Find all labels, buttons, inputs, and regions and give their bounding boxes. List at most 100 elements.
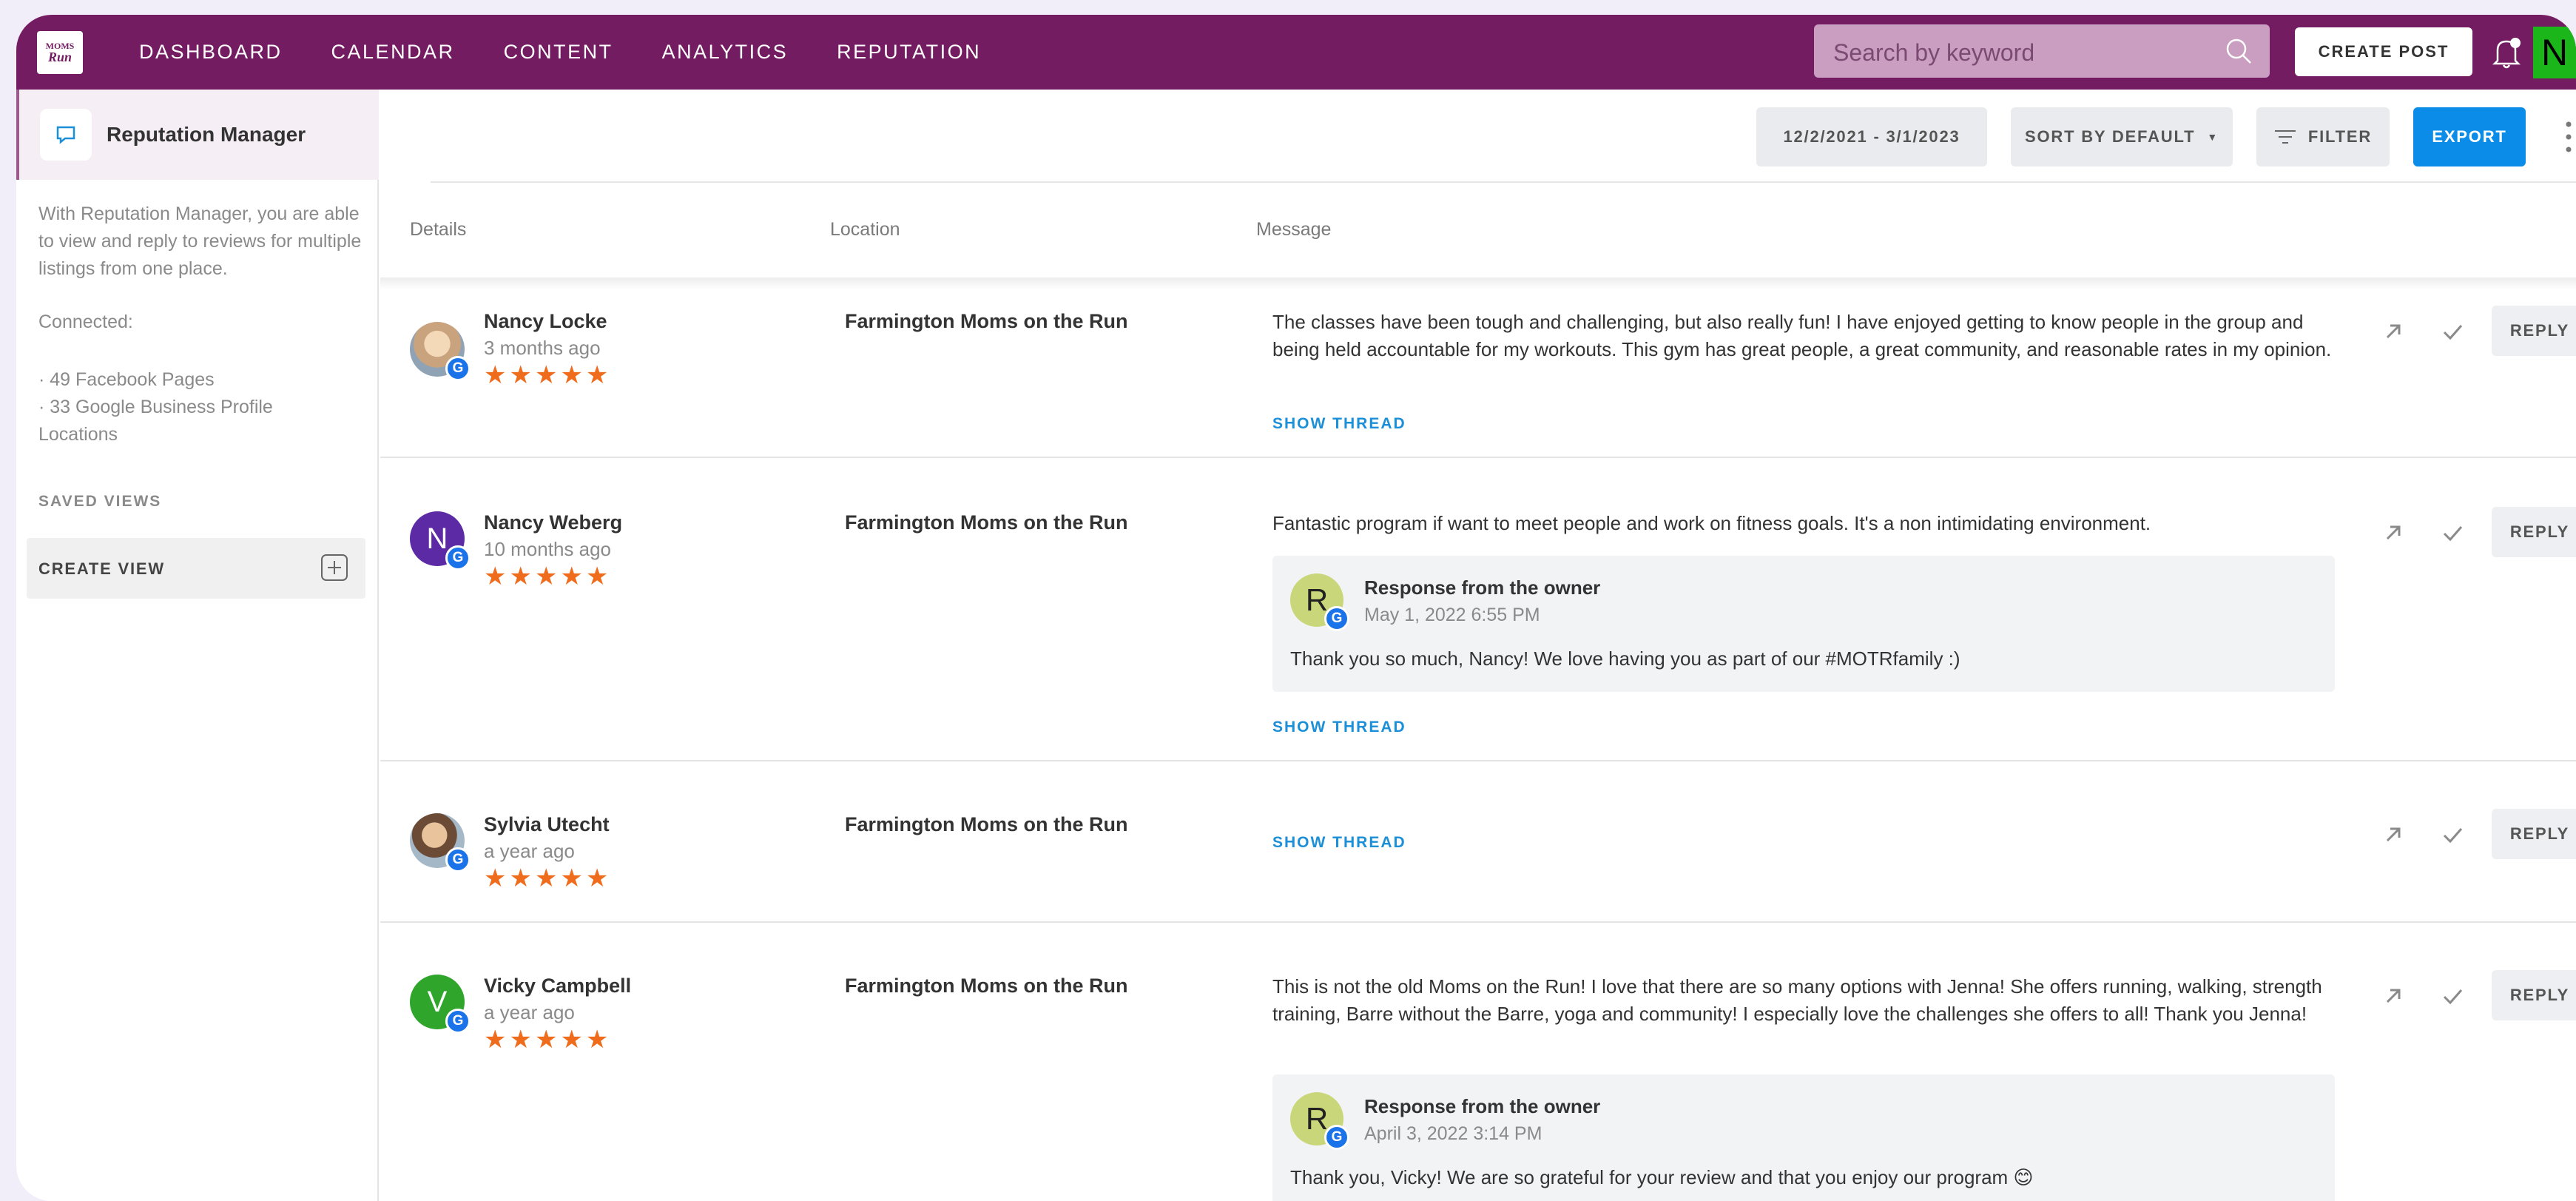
- create-view-label: CREATE VIEW: [38, 559, 165, 578]
- review-location: Farmington Moms on the Run: [845, 511, 1128, 534]
- owner-response-title: Response from the owner: [1364, 576, 1601, 599]
- search-icon[interactable]: [2224, 36, 2253, 66]
- mark-done-check-icon[interactable]: [2441, 522, 2464, 544]
- connected-facebook: · 49 Facebook Pages: [38, 369, 215, 390]
- search-placeholder: Search by keyword: [1833, 39, 2035, 66]
- review-location: Farmington Moms on the Run: [845, 813, 1128, 835]
- connected-label: Connected:: [38, 312, 133, 332]
- create-post-button[interactable]: CREATE POST: [2295, 27, 2472, 76]
- owner-response-date: May 1, 2022 6:55 PM: [1364, 605, 1540, 625]
- owner-response: R G Response from the owner April 3, 202…: [1272, 1074, 2335, 1201]
- google-badge: G: [1324, 1125, 1349, 1150]
- filter-button[interactable]: FILTER: [2256, 107, 2390, 166]
- logo-line-2: Run: [47, 50, 73, 64]
- rating-stars: ★★★★★: [484, 361, 612, 389]
- brand-logo[interactable]: MOMS Run: [37, 31, 83, 74]
- nav-dashboard[interactable]: DASHBOARD: [139, 41, 283, 64]
- reply-button[interactable]: REPLY: [2492, 809, 2576, 859]
- owner-response: R G Response from the owner May 1, 2022 …: [1272, 556, 2335, 692]
- table-row: N G Nancy Weberg 10 months ago ★★★★★ Far…: [380, 458, 2576, 761]
- show-thread-link[interactable]: SHOW THREAD: [1272, 719, 1406, 736]
- google-badge: G: [445, 1009, 471, 1034]
- sidebar-title: Reputation Manager: [107, 123, 306, 146]
- owner-avatar: R G: [1290, 1092, 1349, 1150]
- table-row: G Sylvia Utecht a year ago ★★★★★ Farming…: [380, 761, 2576, 923]
- nav-analytics[interactable]: ANALYTICS: [662, 41, 789, 64]
- column-header-details[interactable]: Details: [410, 219, 466, 240]
- reply-button[interactable]: REPLY: [2492, 970, 2576, 1020]
- table-row: G Nancy Locke 3 months ago ★★★★★ Farming…: [380, 289, 2576, 458]
- sidebar-header[interactable]: Reputation Manager: [16, 90, 379, 180]
- rating-stars: ★★★★★: [484, 1026, 612, 1054]
- top-navigation-bar: MOMS Run DASHBOARD CALENDAR CONTENT ANAL…: [16, 15, 2576, 90]
- open-external-arrow-icon[interactable]: [2382, 522, 2404, 544]
- review-time: a year ago: [484, 1001, 575, 1023]
- show-thread-link[interactable]: SHOW THREAD: [1272, 415, 1406, 433]
- mark-done-check-icon[interactable]: [2441, 824, 2464, 846]
- review-time: a year ago: [484, 840, 575, 862]
- column-header-message[interactable]: Message: [1256, 219, 1331, 240]
- google-badge: G: [445, 356, 471, 381]
- sidebar-description: With Reputation Manager, you are able to…: [38, 203, 362, 279]
- review-location: Farmington Moms on the Run: [845, 975, 1128, 997]
- reply-button[interactable]: REPLY: [2492, 306, 2576, 356]
- reply-button[interactable]: REPLY: [2492, 507, 2576, 557]
- owner-response-title: Response from the owner: [1364, 1095, 1601, 1117]
- reviewer-initial: N: [426, 522, 448, 555]
- review-time: 3 months ago: [484, 337, 601, 359]
- table-row: V G Vicky Campbell a year ago ★★★★★ Farm…: [380, 923, 2576, 1201]
- review-message: Fantastic program if want to meet people…: [1272, 512, 2151, 534]
- mark-done-check-icon[interactable]: [2441, 320, 2464, 343]
- rating-stars: ★★★★★: [484, 562, 612, 591]
- reviewer-name: Vicky Campbell: [484, 975, 632, 997]
- export-button[interactable]: EXPORT: [2413, 107, 2526, 166]
- reviewer-avatar[interactable]: V G: [410, 975, 471, 1034]
- plus-box-icon[interactable]: [320, 553, 349, 582]
- owner-avatar: R G: [1290, 573, 1349, 631]
- owner-response-date: April 3, 2022 3:14 PM: [1364, 1123, 1542, 1144]
- reviewer-name: Nancy Weberg: [484, 511, 623, 534]
- rating-stars: ★★★★★: [484, 864, 612, 892]
- google-badge: G: [445, 545, 471, 571]
- mark-done-check-icon[interactable]: [2441, 985, 2464, 1007]
- reviewer-avatar[interactable]: N G: [410, 511, 471, 571]
- create-view-button[interactable]: CREATE VIEW: [27, 538, 365, 599]
- saved-views-heading: SAVED VIEWS: [38, 493, 162, 510]
- chat-bubble-icon: [40, 109, 92, 161]
- date-range-picker[interactable]: 12/2/2021 - 3/1/2023: [1756, 107, 1987, 166]
- filter-lines-icon: [2274, 130, 2296, 144]
- main-nav: DASHBOARD CALENDAR CONTENT ANALYTICS REP…: [139, 15, 1030, 90]
- nav-content[interactable]: CONTENT: [504, 41, 613, 64]
- sort-dropdown[interactable]: SORT BY DEFAULT ▼: [2011, 107, 2233, 166]
- more-options-icon[interactable]: [2561, 118, 2576, 155]
- reviewer-name: Sylvia Utecht: [484, 813, 610, 835]
- sort-label: SORT BY DEFAULT: [2025, 127, 2196, 146]
- search-input[interactable]: Search by keyword: [1814, 24, 2270, 78]
- column-header-location[interactable]: Location: [830, 219, 900, 240]
- app-window: MOMS Run DASHBOARD CALENDAR CONTENT ANAL…: [16, 15, 2576, 1201]
- reviewer-name: Nancy Locke: [484, 310, 607, 332]
- notification-bell-icon[interactable]: [2490, 36, 2523, 70]
- sidebar: Reputation Manager With Reputation Manag…: [16, 90, 379, 1201]
- owner-response-text: Thank you, Vicky! We are so grateful for…: [1290, 1166, 2034, 1188]
- caret-down-icon: ▼: [2207, 131, 2219, 143]
- open-external-arrow-icon[interactable]: [2382, 320, 2404, 343]
- review-message: This is not the old Moms on the Run! I l…: [1272, 975, 2322, 1025]
- review-location: Farmington Moms on the Run: [845, 310, 1128, 332]
- review-message: The classes have been tough and challeng…: [1272, 311, 2332, 360]
- owner-response-text: Thank you so much, Nancy! We love having…: [1290, 647, 1960, 670]
- reviewer-avatar[interactable]: G: [410, 322, 471, 381]
- connected-google: · 33 Google Business Profile Locations: [38, 397, 273, 445]
- reviewer-avatar[interactable]: G: [410, 813, 471, 872]
- show-thread-link[interactable]: SHOW THREAD: [1272, 834, 1406, 852]
- open-external-arrow-icon[interactable]: [2382, 985, 2404, 1007]
- toolbar-divider: [431, 181, 2576, 183]
- reviewer-initial: V: [427, 985, 448, 1018]
- nav-reputation[interactable]: REPUTATION: [837, 41, 981, 64]
- filter-label: FILTER: [2307, 127, 2373, 146]
- nav-calendar[interactable]: CALENDAR: [331, 41, 455, 64]
- user-avatar[interactable]: N: [2533, 27, 2576, 78]
- review-time: 10 months ago: [484, 538, 612, 560]
- open-external-arrow-icon[interactable]: [2382, 824, 2404, 846]
- header-shadow: [380, 277, 2576, 289]
